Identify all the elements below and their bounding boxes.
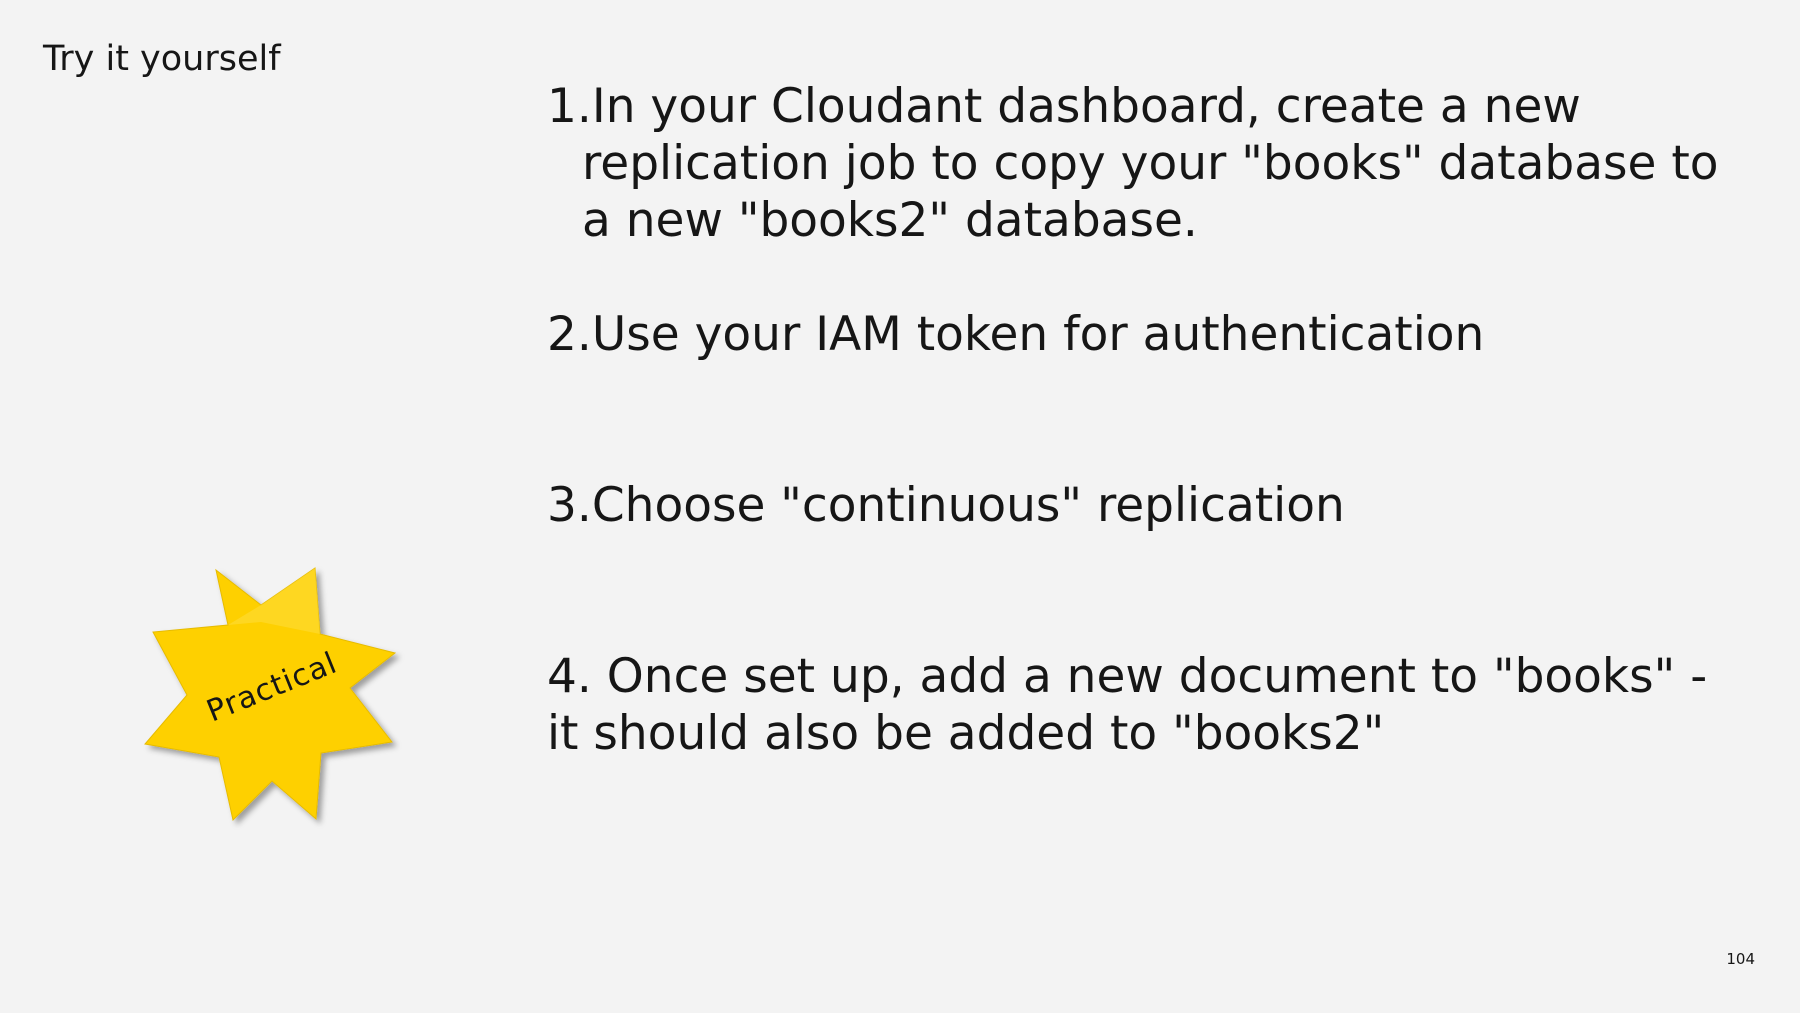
step-text: Choose "continuous" replication — [591, 478, 1345, 533]
step-text: Once set up, add a new document to "book… — [547, 649, 1708, 761]
slide-title: Try it yourself — [43, 39, 281, 79]
step-text: In your Cloudant dashboard, create a new… — [582, 79, 1719, 248]
step-item-2: 2.Use your IAM token for authentication — [547, 306, 1747, 363]
step-number: 4. — [547, 649, 592, 704]
step-number: 3. — [547, 478, 592, 533]
step-item-3: 3.Choose "continuous" replication — [547, 477, 1747, 534]
step-item-1: 1.In your Cloudant dashboard, create a n… — [547, 78, 1747, 249]
step-text: Use your IAM token for authentication — [591, 307, 1485, 362]
step-item-4: 4. Once set up, add a new document to "b… — [547, 648, 1747, 762]
step-number: 2. — [547, 307, 592, 362]
practical-badge: Practical — [140, 562, 400, 827]
step-number: 1. — [547, 79, 592, 134]
page-number: 104 — [1726, 950, 1755, 968]
